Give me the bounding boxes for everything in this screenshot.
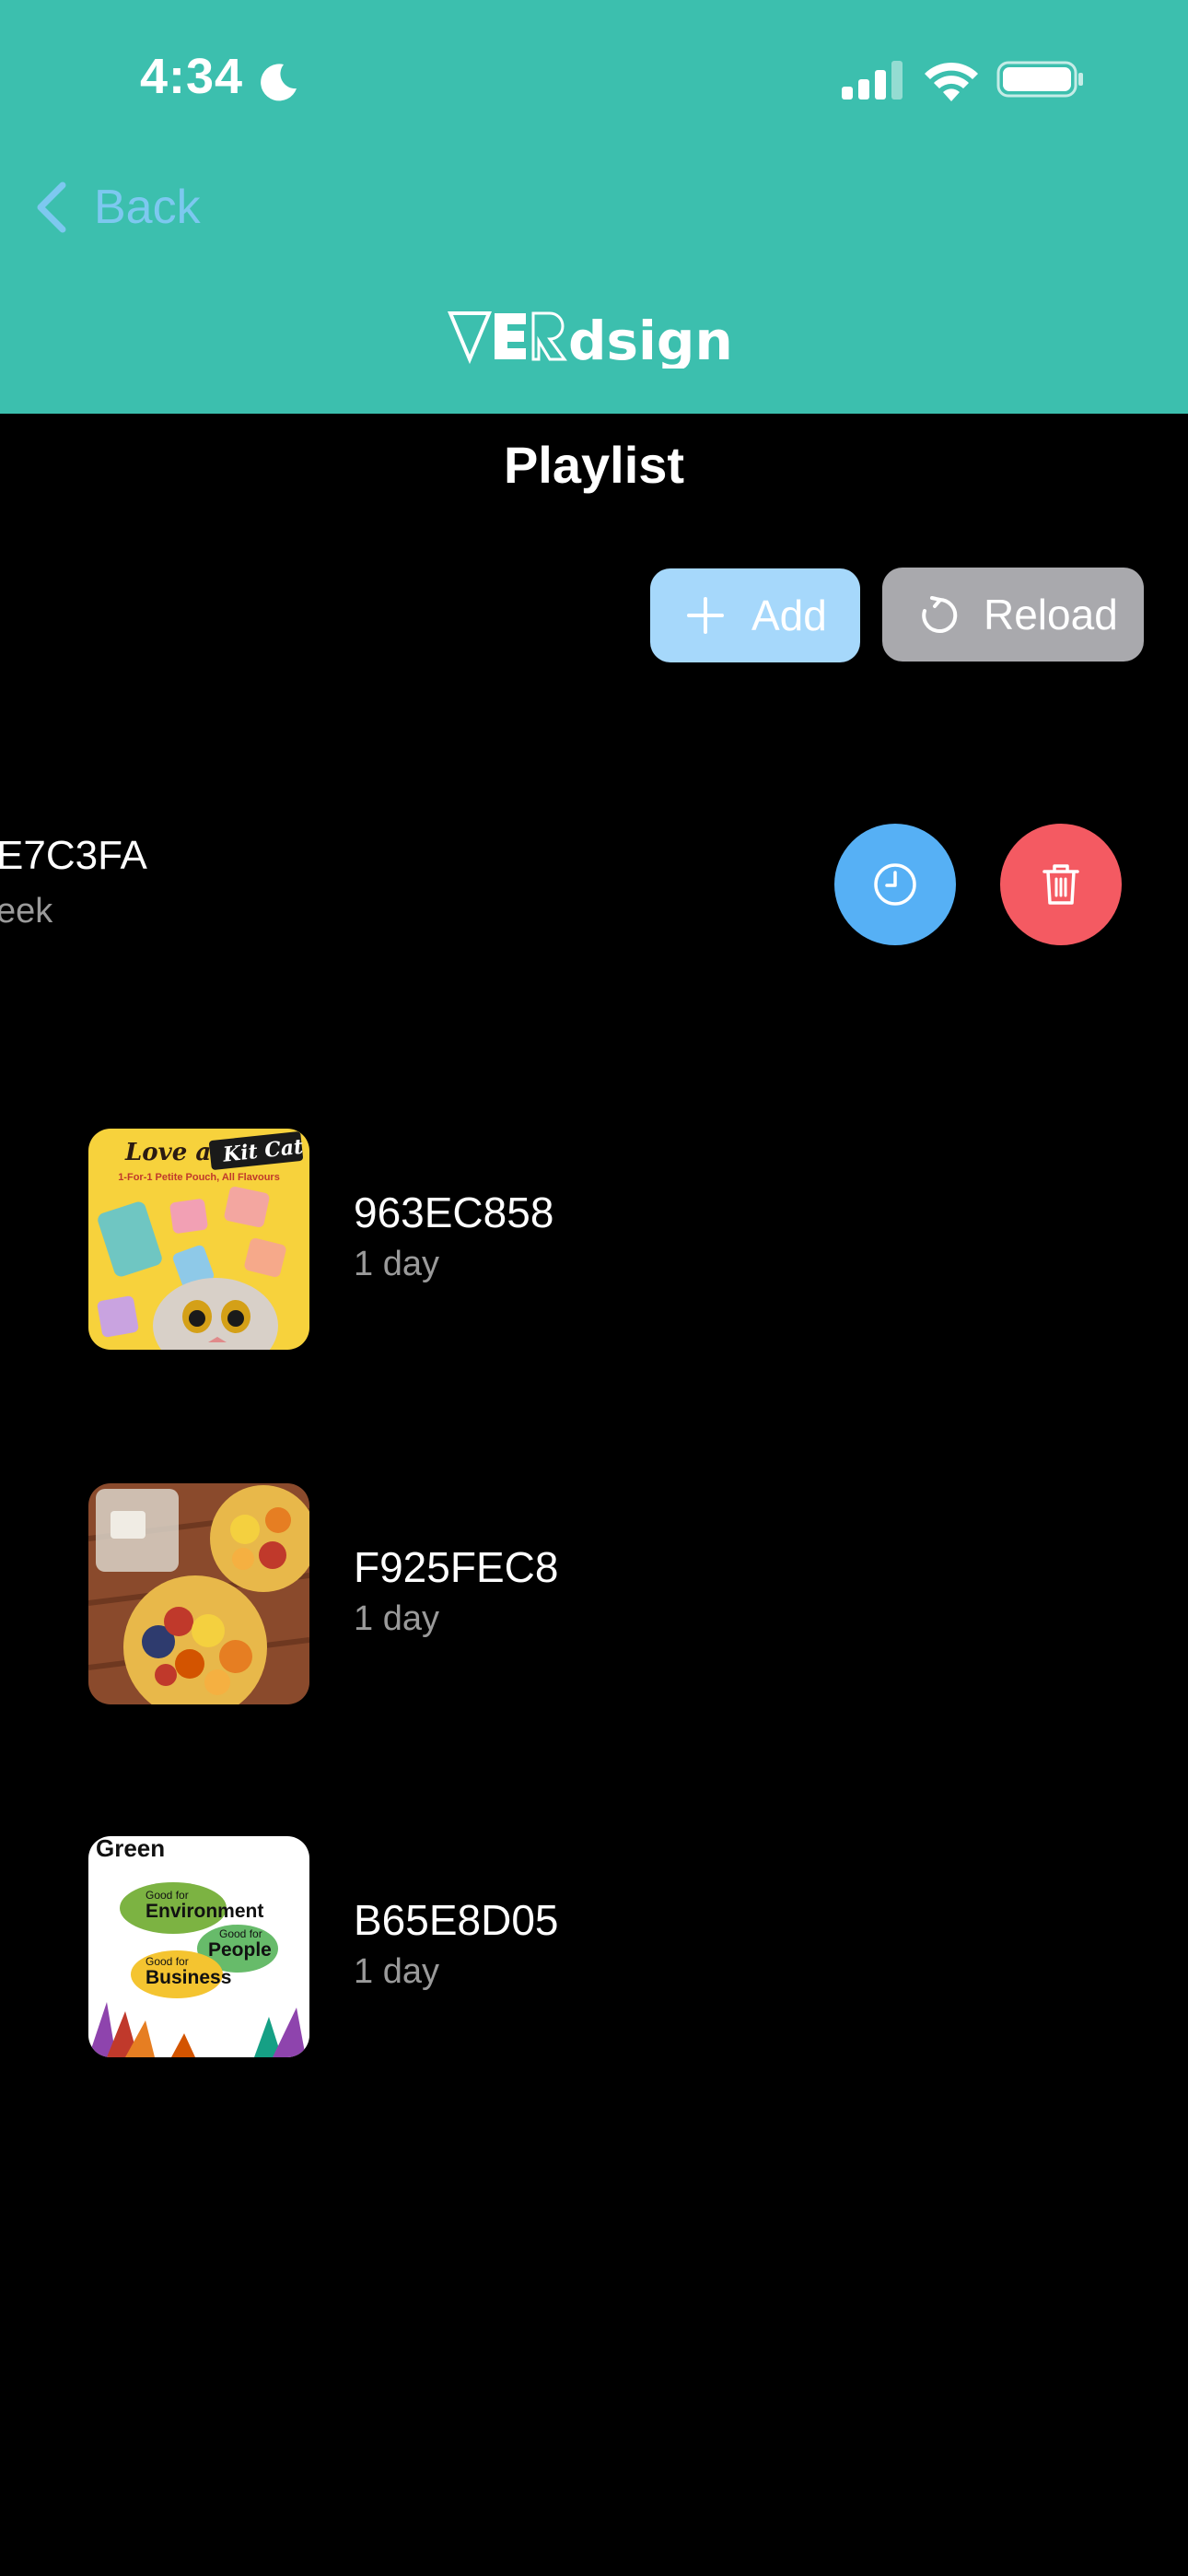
app-header: 4:34 Back dsign xyxy=(0,0,1188,414)
thumb-top: Green xyxy=(96,1836,165,1862)
thumb-tagline: 1-For-1 Petite Pouch, All Flavours xyxy=(118,1172,280,1183)
status-time: 4:34 xyxy=(140,49,244,104)
moon-icon xyxy=(261,64,297,101)
thumb-small-1: Good for xyxy=(146,1889,189,1902)
delete-button[interactable] xyxy=(1000,824,1122,945)
thumb-line-2: People xyxy=(208,1939,272,1961)
thumb-line-3: Business xyxy=(146,1967,231,1988)
item-id: E7C3FA xyxy=(0,833,147,878)
back-label: Back xyxy=(94,181,201,234)
signal-icon xyxy=(842,61,903,100)
item-id: B65E8D05 xyxy=(354,1896,559,1944)
item-thumbnail: Love a Kit Cat 1-For-1 Petite Pouch, All… xyxy=(88,1129,309,1350)
svg-text:dsign: dsign xyxy=(568,310,733,369)
plus-icon xyxy=(687,597,724,634)
chevron-left-icon xyxy=(37,181,66,233)
list-item[interactable]: Green Good for Environment Good for Peop… xyxy=(88,1836,1101,2057)
item-id: 963EC858 xyxy=(354,1188,554,1236)
page-title: Playlist xyxy=(503,436,685,494)
reload-label: Reload xyxy=(984,591,1118,638)
clock-icon xyxy=(874,863,916,906)
list-item[interactable]: F925FEC8 1 day xyxy=(88,1483,1101,1704)
list-item[interactable]: Love a Kit Cat 1-For-1 Petite Pouch, All… xyxy=(88,1129,1101,1350)
wifi-icon xyxy=(925,62,978,101)
item-duration: 1 day xyxy=(354,1245,439,1283)
thumb-small-2: Good for xyxy=(219,1927,262,1940)
item-thumbnail xyxy=(88,1483,309,1704)
thumb-line-1: Environment xyxy=(146,1901,263,1922)
trash-icon xyxy=(1042,864,1079,905)
battery-icon xyxy=(996,61,1083,98)
item-duration: eek xyxy=(0,892,53,931)
app-logo: dsign xyxy=(0,304,1188,369)
reload-button[interactable]: Reload xyxy=(882,568,1144,662)
item-duration: 1 day xyxy=(354,1599,439,1638)
schedule-button[interactable] xyxy=(834,824,956,945)
thumb-small-3: Good for xyxy=(146,1955,189,1968)
item-duration: 1 day xyxy=(354,1952,439,1991)
item-thumbnail: Green Good for Environment Good for Peop… xyxy=(88,1836,309,2057)
item-id: F925FEC8 xyxy=(354,1543,559,1591)
add-button[interactable]: Add xyxy=(650,568,860,662)
reload-icon xyxy=(922,596,958,633)
back-button[interactable]: Back xyxy=(33,175,201,240)
verdsign-logo: dsign xyxy=(447,310,733,369)
thumb-headline: Love a xyxy=(124,1139,211,1166)
add-label: Add xyxy=(751,591,827,639)
